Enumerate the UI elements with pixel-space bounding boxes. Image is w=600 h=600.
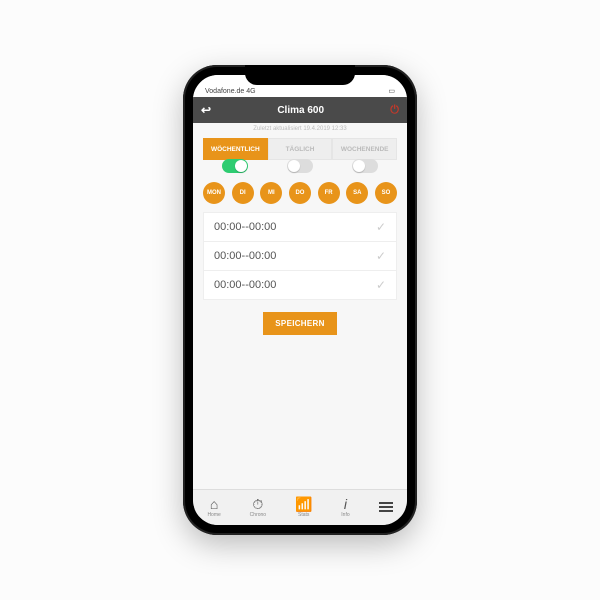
- stopwatch-icon: ⏱: [252, 497, 263, 511]
- battery-icon: ▭: [388, 87, 395, 95]
- time-slot-row[interactable]: 00:00--00:00 ✓: [204, 242, 396, 271]
- check-icon: ✓: [376, 249, 386, 263]
- time-range: 00:00--00:00: [214, 221, 276, 233]
- nav-menu[interactable]: [379, 502, 393, 513]
- content-area: WÖCHENTLICH TÄGLICH WOCHENENDE MON DI MI…: [193, 138, 407, 489]
- time-range: 00:00--00:00: [214, 250, 276, 262]
- phone-frame: Vodafone.de 4G ▭ ↩ Clima 600 ⏻ Zuletzt a…: [183, 65, 417, 535]
- back-icon[interactable]: ↩: [201, 104, 211, 116]
- toggle-weekend[interactable]: [352, 159, 378, 173]
- tab-label: TÄGLICH: [286, 146, 315, 153]
- day-sat[interactable]: SA: [346, 182, 368, 204]
- day-mon[interactable]: MON: [203, 182, 225, 204]
- day-sun[interactable]: SO: [375, 182, 397, 204]
- chart-icon: 📶: [295, 497, 312, 511]
- save-button[interactable]: SPEICHERN: [263, 312, 336, 335]
- schedule-tabs: WÖCHENTLICH TÄGLICH WOCHENENDE: [203, 138, 397, 160]
- page-title: Clima 600: [277, 105, 324, 116]
- day-wed[interactable]: MI: [260, 182, 282, 204]
- notch: [245, 65, 355, 85]
- tab-label: WOCHENENDE: [341, 146, 389, 153]
- tab-daily[interactable]: TÄGLICH: [268, 138, 333, 160]
- home-icon: ⌂: [210, 497, 218, 511]
- check-icon: ✓: [376, 278, 386, 292]
- nav-stats[interactable]: 📶 Stats: [295, 497, 312, 518]
- tab-weekend[interactable]: WOCHENENDE: [332, 138, 397, 160]
- nav-bar: ↩ Clima 600 ⏻: [193, 97, 407, 123]
- menu-icon: [379, 502, 393, 512]
- time-slot-row[interactable]: 00:00--00:00 ✓: [204, 213, 396, 242]
- day-selector: MON DI MI DO FR SA SO: [203, 182, 397, 204]
- tab-label: WÖCHENTLICH: [211, 146, 260, 153]
- nav-home[interactable]: ⌂ Home: [207, 497, 220, 518]
- time-slot-row[interactable]: 00:00--00:00 ✓: [204, 271, 396, 299]
- time-range: 00:00--00:00: [214, 279, 276, 291]
- toggle-daily[interactable]: [287, 159, 313, 173]
- toggle-weekly[interactable]: [222, 159, 248, 173]
- nav-chrono[interactable]: ⏱ Chrono: [250, 497, 266, 518]
- day-thu[interactable]: DO: [289, 182, 311, 204]
- last-updated-label: Zuletzt aktualisiert 19.4.2019 12:33: [193, 123, 407, 138]
- screen: Vodafone.de 4G ▭ ↩ Clima 600 ⏻ Zuletzt a…: [193, 75, 407, 525]
- check-icon: ✓: [376, 220, 386, 234]
- carrier-label: Vodafone.de 4G: [205, 88, 256, 95]
- day-tue[interactable]: DI: [232, 182, 254, 204]
- status-right: ▭: [388, 87, 395, 95]
- day-fri[interactable]: FR: [318, 182, 340, 204]
- info-icon: i: [344, 497, 347, 511]
- time-slot-list: 00:00--00:00 ✓ 00:00--00:00 ✓ 00:00--00:…: [203, 212, 397, 300]
- bottom-nav: ⌂ Home ⏱ Chrono 📶 Stats i Info: [193, 489, 407, 525]
- nav-info[interactable]: i Info: [341, 497, 349, 518]
- lock-icon[interactable]: ⏻: [390, 104, 399, 117]
- tab-weekly[interactable]: WÖCHENTLICH: [203, 138, 268, 160]
